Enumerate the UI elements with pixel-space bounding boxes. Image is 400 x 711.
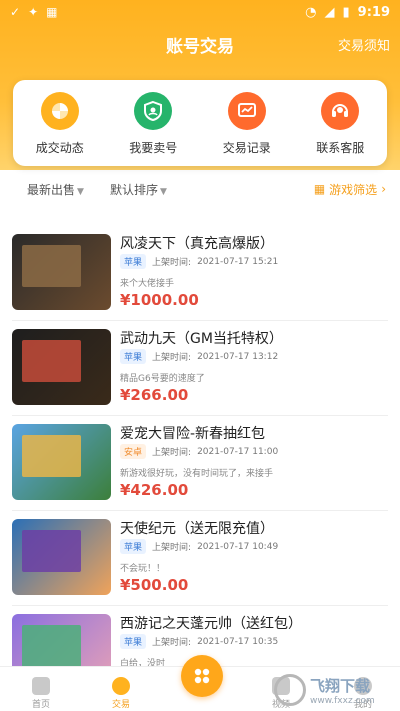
listed-label: 上架时间: <box>152 638 192 648</box>
listing-price: ¥426.00 <box>120 481 189 499</box>
listing-meta: 苹果 上架时间: 2021-07-17 10:49 <box>120 539 278 554</box>
sort-latest-label: 最新出售 <box>27 182 76 197</box>
listing-item[interactable]: 武动九天（GM当托特权） 苹果 上架时间: 2021-07-17 13:12 精… <box>12 321 388 416</box>
battery-icon: ▮ <box>342 4 350 20</box>
watermark-url: www.fxxz.com <box>310 695 375 706</box>
home-icon <box>32 677 50 695</box>
listing-title: 武动九天（GM当托特权） <box>120 331 283 347</box>
quick-action-label: 成交动态 <box>35 141 84 155</box>
tab-label: 首页 <box>31 700 50 710</box>
quick-action-deals[interactable]: 成交动态 <box>13 80 107 166</box>
platform-label: 苹果 <box>124 638 143 648</box>
game-filter-label: 游戏筛选 <box>329 182 378 197</box>
quick-actions-card: 成交动态 我要卖号 交易记录 联系客服 <box>13 80 387 166</box>
listing-thumbnail <box>12 519 111 595</box>
tab-home[interactable]: 首页 <box>16 677 66 710</box>
chevron-right-icon: › <box>381 182 386 196</box>
filter-bar: 最新出售 ▼ 默认排序 ▼ ▦ 游戏筛选 › <box>0 178 400 200</box>
sort-latest-dropdown[interactable]: 最新出售 ▼ <box>27 181 84 198</box>
listed-time: 2021-07-17 11:00 <box>197 446 279 457</box>
tab-trade[interactable]: 交易 <box>96 677 146 710</box>
listing-thumbnail <box>12 329 111 405</box>
clock: 9:19 <box>357 4 390 20</box>
listed-time: 2021-07-17 10:35 <box>197 636 279 647</box>
listed-time: 2021-07-17 15:21 <box>197 256 279 267</box>
title-bar: 账号交易 交易须知 <box>0 24 400 64</box>
sort-default-dropdown[interactable]: 默认排序 ▼ <box>110 181 167 198</box>
platform-badge: 苹果 <box>120 634 147 649</box>
listed-time: 2021-07-17 10:49 <box>197 541 279 552</box>
listing-title: 爱宠大冒险-新春抽红包 <box>120 426 266 442</box>
quick-action-label: 联系客服 <box>316 141 365 155</box>
game-filter-button[interactable]: ▦ 游戏筛选 › <box>314 181 386 198</box>
listed-label: 上架时间: <box>152 258 192 268</box>
listing-title: 风凌天下（真充高爆版） <box>120 236 274 252</box>
watermark: 飞翔下载 www.fxxz.com <box>274 671 394 709</box>
listed-label: 上架时间: <box>152 448 192 458</box>
grid-menu-icon <box>194 668 210 684</box>
trade-notice-link[interactable]: 交易须知 <box>338 35 390 54</box>
platform-badge: 苹果 <box>120 254 147 269</box>
wifi-icon: ◔ <box>305 4 317 20</box>
listing-title: 天使纪元（送无限充值） <box>120 521 274 537</box>
platform-badge: 苹果 <box>120 349 147 364</box>
bug-icon: ✦ <box>28 5 39 19</box>
listing-item[interactable]: 风凌天下（真充高爆版） 苹果 上架时间: 2021-07-17 15:21 来个… <box>12 226 388 321</box>
quick-action-sell[interactable]: 我要卖号 <box>107 80 201 166</box>
platform-label: 苹果 <box>124 543 143 553</box>
quick-action-records[interactable]: 交易记录 <box>200 80 294 166</box>
listing-thumbnail <box>12 234 111 310</box>
chevron-down-icon: ▼ <box>77 186 84 197</box>
listing-desc: 精品G6号要的速度了 <box>120 374 205 384</box>
listing-item[interactable]: 天使纪元（送无限充值） 苹果 上架时间: 2021-07-17 10:49 不会… <box>12 511 388 606</box>
grid-filter-icon: ▦ <box>313 182 326 196</box>
check-icon: ✓ <box>10 5 21 19</box>
pinwheel-icon <box>40 92 79 130</box>
chart-record-icon <box>227 92 266 130</box>
quick-action-label: 我要卖号 <box>129 141 178 155</box>
listed-label: 上架时间: <box>152 353 192 363</box>
platform-label: 苹果 <box>124 353 143 363</box>
listed-time: 2021-07-17 13:12 <box>197 351 279 362</box>
watermark-logo-icon <box>274 674 306 706</box>
listing-item[interactable]: 爱宠大冒险-新春抽红包 安卓 上架时间: 2021-07-17 11:00 新游… <box>12 416 388 511</box>
tab-label: 交易 <box>111 700 130 710</box>
listing-meta: 苹果 上架时间: 2021-07-17 15:21 <box>120 254 278 269</box>
trade-icon <box>112 677 130 695</box>
status-bar: ✓ ✦ ▦ ◔ ◢ ▮ 9:19 <box>0 0 400 24</box>
platform-label: 苹果 <box>124 258 143 268</box>
listing-desc: 不会玩！！ <box>120 564 166 574</box>
quick-action-label: 交易记录 <box>222 141 271 155</box>
center-menu-button[interactable] <box>181 655 223 697</box>
listing-desc: 新游戏很好玩，没有时间玩了，来接手 <box>120 469 274 479</box>
sort-default-label: 默认排序 <box>110 182 159 197</box>
listing-meta: 苹果 上架时间: 2021-07-17 10:35 <box>120 634 278 649</box>
chevron-down-icon: ▼ <box>160 186 167 197</box>
signal-icon: ◢ <box>324 4 335 20</box>
platform-badge: 苹果 <box>120 539 147 554</box>
listing-price: ¥500.00 <box>120 576 189 594</box>
listing-title: 西游记之天蓬元帅（送红包） <box>120 616 302 632</box>
headset-icon <box>321 92 360 130</box>
watermark-brand: 飞翔下载 <box>310 676 371 695</box>
listed-label: 上架时间: <box>152 543 192 553</box>
quick-action-support[interactable]: 联系客服 <box>294 80 388 166</box>
platform-label: 安卓 <box>124 448 143 458</box>
listing-price: ¥1000.00 <box>120 291 199 309</box>
listing-meta: 安卓 上架时间: 2021-07-17 11:00 <box>120 444 278 459</box>
listing-list: 风凌天下（真充高爆版） 苹果 上架时间: 2021-07-17 15:21 来个… <box>0 226 400 701</box>
grid-icon: ▦ <box>46 5 58 19</box>
listing-meta: 苹果 上架时间: 2021-07-17 13:12 <box>120 349 278 364</box>
listing-price: ¥266.00 <box>120 386 189 404</box>
user-shield-icon <box>134 92 173 130</box>
listing-desc: 来个大佬接手 <box>120 279 175 289</box>
platform-badge: 安卓 <box>120 444 147 459</box>
listing-thumbnail <box>12 424 111 500</box>
